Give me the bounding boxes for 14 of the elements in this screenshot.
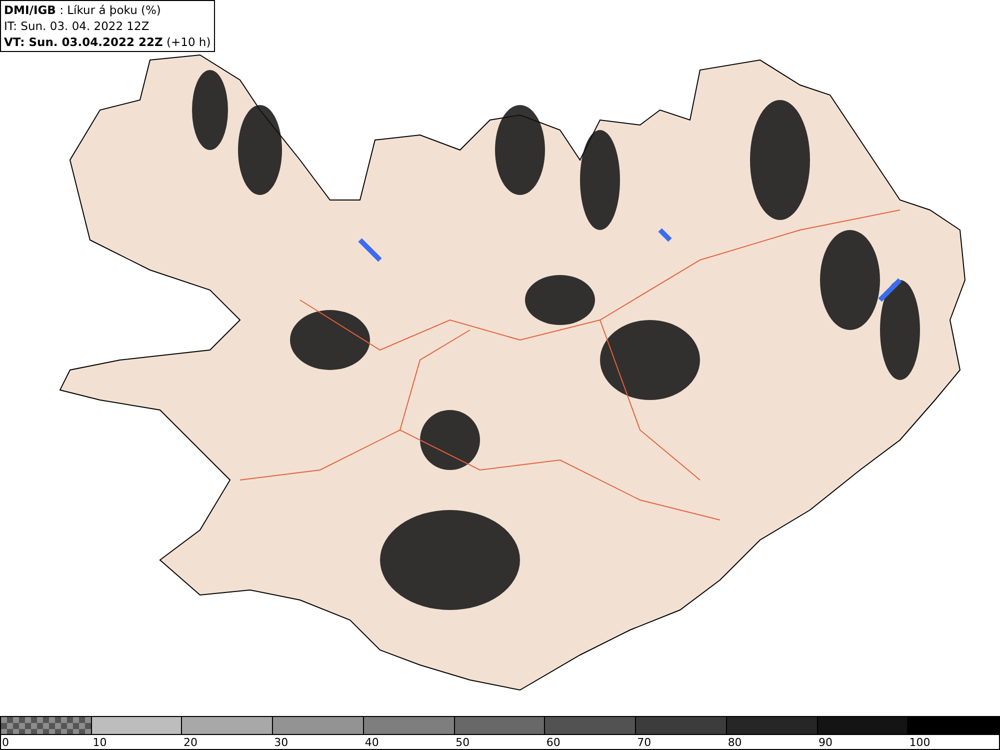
info-text: IT: Sun. 03. 04. 2022 12Z (4, 18, 150, 34)
info-text: VT: Sun. 03.04.2022 22Z (+10 h) (4, 34, 211, 50)
scale-label: 70 (636, 735, 652, 750)
info-text: DMI/IGB : Líkur á þoku (%) (4, 2, 162, 18)
scale-label: 20 (182, 735, 198, 750)
scale-label: 80 (726, 735, 742, 750)
scale-label: 10 (92, 735, 107, 750)
scale-label: 0 (1, 735, 9, 750)
scale-label: 30 (273, 735, 288, 750)
scale-label: 40 (364, 735, 379, 750)
scale-label: 100 (908, 735, 930, 750)
scale-label: 50 (454, 735, 470, 750)
scale-label: 90 (818, 735, 833, 750)
scale-label: 60 (545, 735, 560, 750)
